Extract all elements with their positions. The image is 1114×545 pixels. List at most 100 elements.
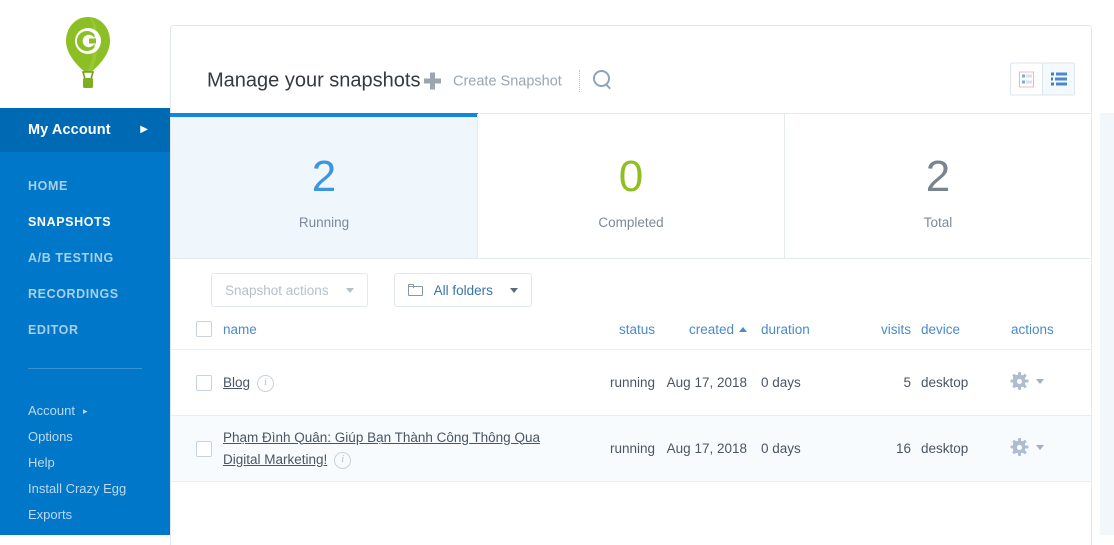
sidebar-item-install-crazy-egg[interactable]: Install Crazy Egg (0, 476, 170, 502)
row-device: desktop (921, 375, 969, 391)
chevron-down-icon (1036, 444, 1044, 450)
chevron-down-icon (509, 287, 518, 293)
sidebar-divider (28, 368, 142, 369)
all-folders-dropdown[interactable]: All folders (393, 273, 532, 307)
sidebar-item-editor[interactable]: EDITOR (0, 312, 170, 348)
snapshot-actions-label: Snapshot actions (225, 282, 329, 298)
row-created: Aug 17, 2018 (666, 441, 747, 457)
row-select-cell (171, 416, 223, 482)
row-actions-menu[interactable] (1010, 438, 1044, 457)
snapshot-actions-dropdown[interactable]: Snapshot actions (211, 273, 368, 307)
stat-caption-total: Total (923, 215, 953, 230)
sidebar-item-account-label: Account (28, 403, 75, 418)
sidebar-item-exports[interactable]: Exports (0, 502, 170, 528)
active-tab-indicator (170, 113, 478, 117)
info-icon[interactable]: i (257, 374, 275, 392)
column-header-created[interactable]: created (655, 321, 747, 350)
stat-value-total: 2 (925, 152, 951, 201)
column-header-status[interactable]: status (583, 321, 655, 350)
table-body: Blog i running Aug 17, 2018 0 days 5 desk… (171, 350, 1091, 482)
select-all-checkbox[interactable] (196, 321, 212, 338)
sidebar-account-bar[interactable]: My Account ▶ (0, 108, 170, 152)
create-snapshot-button[interactable]: Create Snapshot (424, 72, 562, 90)
crazyegg-balloon-logo[interactable] (60, 15, 116, 93)
folder-icon (407, 284, 423, 296)
column-header-visits[interactable]: visits (853, 321, 911, 350)
search-icon[interactable] (592, 69, 616, 93)
sidebar-item-options[interactable]: Options (0, 424, 170, 450)
row-name-cell: Phạm Đình Quân: Giúp Bạn Thành Công Thôn… (223, 416, 583, 482)
stat-caption-running: Running (298, 215, 350, 230)
row-created: Aug 17, 2018 (666, 375, 747, 391)
column-header-created-label: created (688, 322, 734, 338)
table-toolbar: Snapshot actions All folders (171, 259, 1091, 321)
sort-asc-icon (739, 327, 747, 333)
stat-tab-running[interactable]: 2 Running (170, 113, 478, 258)
sidebar-item-snapshots[interactable]: SNAPSHOTS (0, 204, 170, 240)
row-status: running (609, 375, 655, 391)
row-visits: 16 (895, 441, 911, 457)
all-folders-label: All folders (433, 282, 493, 298)
chevron-down-icon (345, 287, 354, 293)
gear-icon (1010, 372, 1028, 391)
sidebar-item-ab-testing[interactable]: A/B TESTING (0, 240, 170, 276)
page-background-strip-top (1100, 0, 1114, 113)
sidebar-item-help[interactable]: Help (0, 450, 170, 476)
tab-indicator-total (784, 113, 1092, 117)
stat-tab-completed[interactable]: 0 Completed (477, 114, 784, 258)
table-row[interactable]: Blog i running Aug 17, 2018 0 days 5 desk… (171, 350, 1091, 416)
select-all-header (171, 321, 223, 350)
app-root: My Account ▶ HOME SNAPSHOTS A/B TESTING … (0, 0, 1114, 545)
stat-tab-total[interactable]: 2 Total (784, 114, 1091, 258)
snapshots-table: name status created duration visits devi… (171, 321, 1091, 482)
table-head: name status created duration visits devi… (171, 321, 1091, 350)
list-view-button[interactable] (1042, 63, 1074, 95)
sidebar-item-account[interactable]: Account ▸ (0, 398, 170, 424)
create-snapshot-label: Create Snapshot (453, 73, 562, 89)
grid-cards-icon (1019, 71, 1034, 87)
table-header-row: name status created duration visits devi… (171, 321, 1091, 350)
row-checkbox[interactable] (196, 375, 212, 392)
gear-icon (1010, 438, 1028, 457)
view-toggle-group (1010, 62, 1075, 96)
snapshot-name-link[interactable]: Phạm Đình Quân: Giúp Bạn Thành Công Thôn… (223, 430, 540, 467)
row-duration: 0 days (761, 375, 801, 391)
plus-icon (424, 72, 441, 90)
row-status: running (609, 441, 655, 457)
column-header-device[interactable]: device (911, 321, 997, 350)
column-header-name[interactable]: name (223, 321, 583, 350)
column-header-actions: actions (1011, 322, 1054, 338)
row-checkbox[interactable] (196, 441, 212, 458)
row-actions-menu[interactable] (1010, 372, 1044, 391)
row-actions-cell (997, 416, 1091, 482)
snapshot-stats-tabs: 2 Running 0 Completed 2 Total (170, 113, 1091, 259)
stat-value-running: 2 (311, 152, 337, 201)
row-name-cell: Blog i (223, 350, 583, 416)
chevron-down-icon (1036, 378, 1044, 384)
stat-value-completed: 0 (618, 152, 644, 201)
sidebar: My Account ▶ HOME SNAPSHOTS A/B TESTING … (0, 0, 170, 535)
card-view-button[interactable] (1011, 63, 1042, 95)
row-actions-cell (997, 350, 1091, 416)
magnifier-glyph (593, 70, 610, 87)
column-header-duration[interactable]: duration (747, 321, 853, 350)
sidebar-sub-nav: Account ▸ Options Help Install Crazy Egg … (0, 398, 170, 528)
main-content-card: Manage your snapshots Create Snapshot 2 … (170, 25, 1092, 545)
row-select-cell (171, 350, 223, 416)
header-divider (579, 70, 581, 92)
account-label: My Account (28, 122, 111, 138)
list-icon (1050, 72, 1067, 86)
table-row[interactable]: Phạm Đình Quân: Giúp Bạn Thành Công Thôn… (171, 415, 1091, 482)
page-title: Manage your snapshots (207, 69, 421, 92)
chevron-right-icon: ▶ (140, 124, 148, 135)
logo-area (0, 0, 170, 108)
row-device: desktop (921, 441, 969, 457)
sidebar-item-recordings[interactable]: RECORDINGS (0, 276, 170, 312)
sidebar-main-nav: HOME SNAPSHOTS A/B TESTING RECORDINGS ED… (0, 168, 170, 348)
sidebar-item-home[interactable]: HOME (0, 168, 170, 204)
info-icon[interactable]: i (334, 451, 352, 469)
row-duration: 0 days (761, 441, 801, 457)
snapshot-name-link[interactable]: Blog (223, 375, 250, 390)
chevron-right-small-icon: ▸ (82, 406, 88, 416)
stat-caption-completed: Completed (598, 215, 664, 230)
